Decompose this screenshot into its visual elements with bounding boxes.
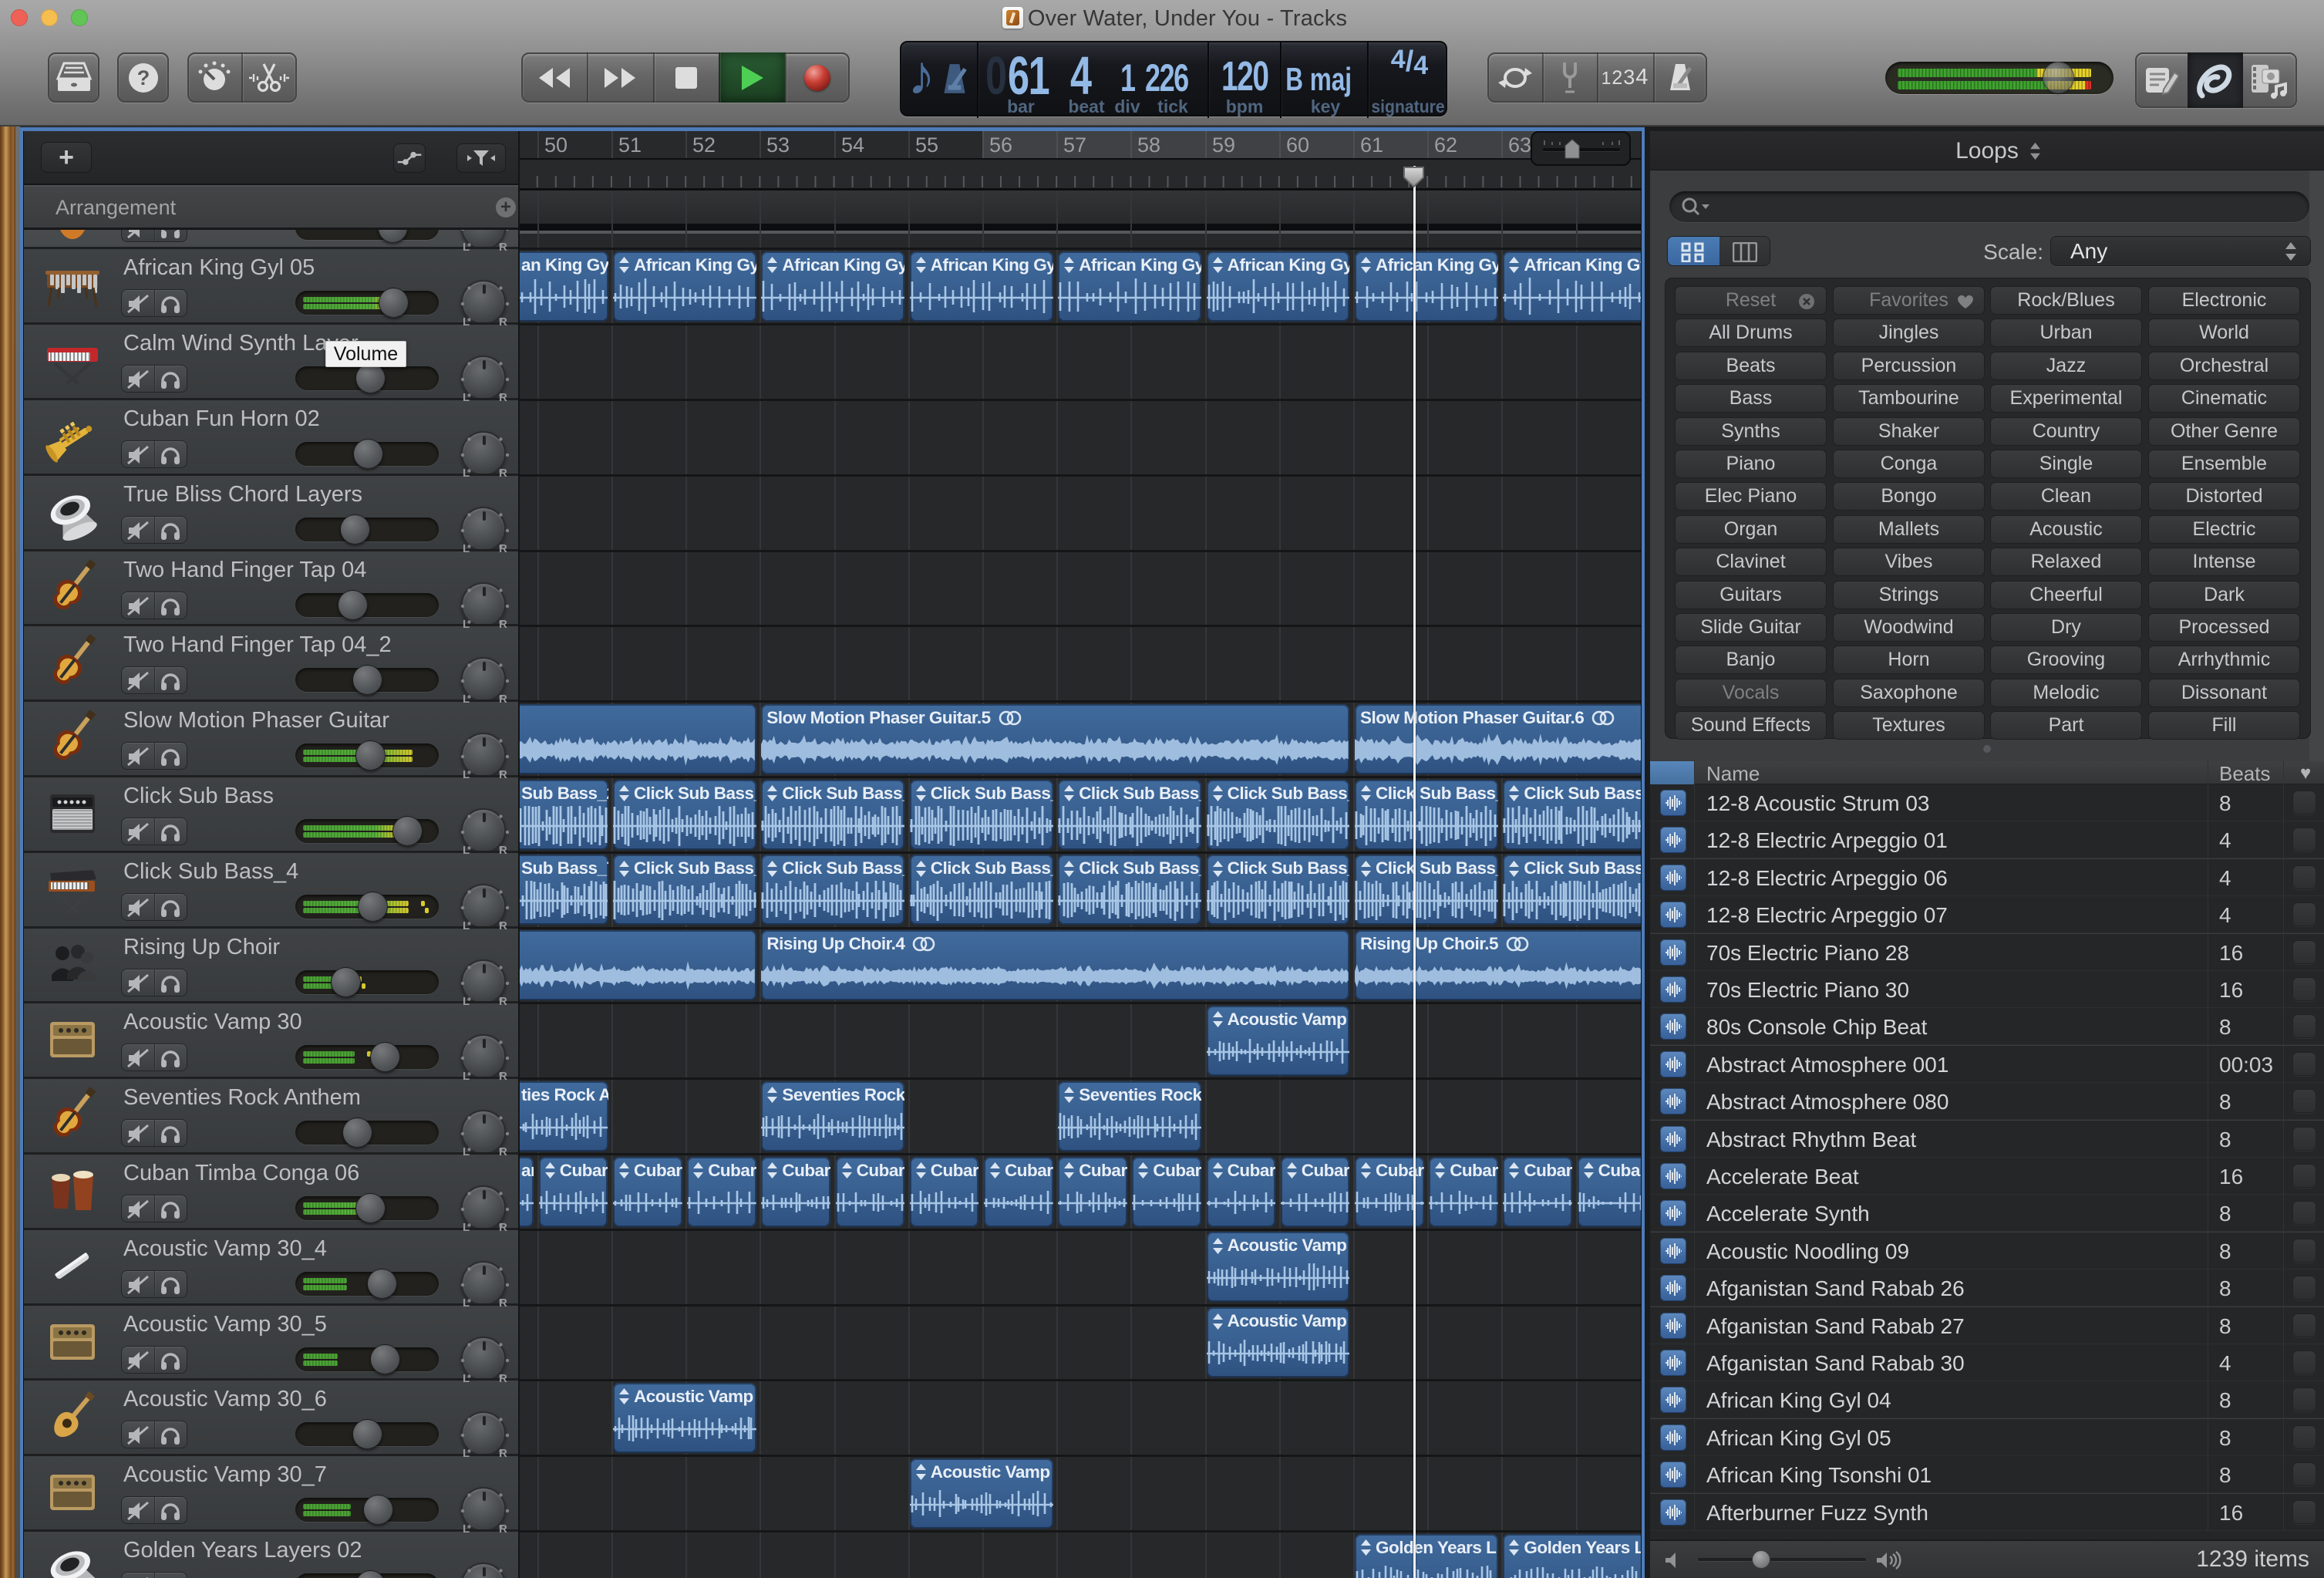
svg-text:?: ? — [136, 66, 150, 89]
